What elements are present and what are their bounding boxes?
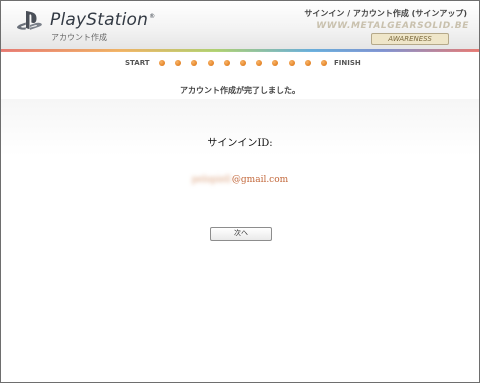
step-dot	[208, 60, 214, 66]
step-start-label: START	[125, 59, 150, 67]
step-finish-label: FINISH	[334, 59, 361, 67]
signin-id-value: pelopiell@gmail.com	[1, 175, 479, 185]
playstation-logo-icon	[16, 11, 42, 30]
step-dot	[240, 60, 246, 66]
step-dot	[321, 60, 327, 66]
step-dot	[191, 60, 197, 66]
progress-steps: START FINISH	[1, 58, 479, 74]
step-dot	[289, 60, 295, 66]
watermark-text: WWW.METALGEARSOLID.BE	[316, 21, 469, 31]
signin-id-label: サインインID:	[207, 138, 273, 149]
step-dot	[159, 60, 165, 66]
watermark-badge: AWARENESS	[371, 33, 449, 45]
email-user-redacted: pelopiell	[191, 175, 231, 185]
step-dot	[256, 60, 262, 66]
step-dot	[224, 60, 230, 66]
step-dot	[175, 60, 181, 66]
next-button[interactable]: 次へ	[210, 227, 272, 241]
step-dot	[305, 60, 311, 66]
step-dots	[159, 60, 327, 68]
window-frame: PlayStation® アカウント作成 サインイン / アカウント作成 (サイ…	[0, 0, 480, 383]
step-dot	[272, 60, 278, 66]
email-domain: @gmail.com	[231, 175, 289, 185]
brand-title: PlayStation®	[50, 10, 156, 30]
page-title: サインイン / アカウント作成 (サインアップ)	[304, 9, 467, 18]
completion-message: アカウント作成が完了しました。	[180, 86, 300, 95]
header-accent-stripe	[1, 49, 479, 52]
brand-subtitle: アカウント作成	[51, 33, 107, 42]
header: PlayStation® アカウント作成 サインイン / アカウント作成 (サイ…	[1, 1, 479, 51]
